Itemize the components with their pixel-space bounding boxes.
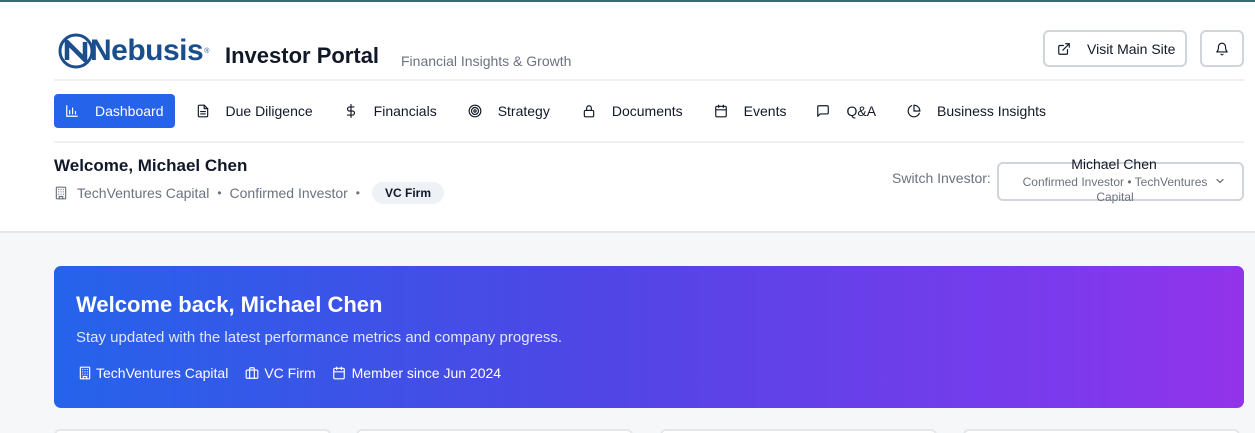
logo-text: Nebusis: [90, 34, 204, 67]
banner-meta: TechVentures Capital VC Firm Member sinc…: [78, 365, 517, 381]
investor-company: TechVentures Capital: [77, 185, 210, 201]
switch-investor-select[interactable]: Michael Chen Confirmed Investor • TechVe…: [997, 156, 1244, 204]
banner-type-label: VC Firm: [264, 365, 316, 381]
dollar-icon: [346, 104, 355, 118]
meta-separator: •: [355, 186, 360, 200]
tab-strategy-label: Strategy: [497, 103, 550, 119]
logo-mark-icon: [58, 33, 94, 69]
welcome-heading: Welcome, Michael Chen: [54, 156, 248, 175]
nav-divider: [54, 141, 1244, 143]
site-header: Nebusis ® Investor Portal Financial Insi…: [0, 2, 1255, 233]
tab-events-label: Events: [743, 103, 787, 119]
metric-card: [54, 429, 331, 433]
metric-card: [356, 429, 633, 433]
bar-chart-icon: [66, 105, 78, 117]
banner-member-since: Member since Jun 2024: [332, 365, 501, 381]
main-nav: Dashboard Due Diligence Financials Strat…: [54, 94, 1046, 128]
building-icon: [79, 366, 91, 380]
tab-documents[interactable]: Documents: [582, 94, 683, 128]
nebusis-logo[interactable]: Nebusis ®: [58, 29, 209, 73]
investor-type-badge: VC Firm: [372, 182, 445, 204]
tab-business-insights[interactable]: Business Insights: [907, 94, 1046, 128]
selected-investor-name: Michael Chen: [1071, 156, 1157, 172]
lock-icon: [583, 105, 595, 118]
external-link-icon: [1058, 42, 1070, 55]
banner-title: Welcome back, Michael Chen: [76, 292, 383, 317]
building-icon: [55, 186, 67, 200]
tab-dashboard-label: Dashboard: [95, 103, 164, 119]
briefcase-icon: [245, 367, 259, 379]
visit-main-site-label: Visit Main Site: [1087, 40, 1176, 57]
investor-status: Confirmed Investor: [229, 185, 348, 201]
tab-due-diligence-label: Due Diligence: [225, 103, 313, 119]
selected-investor-detail: Confirmed Investor • TechVentures Capita…: [1022, 175, 1208, 204]
page-subtitle: Financial Insights & Growth: [401, 53, 572, 69]
message-square-icon: [817, 105, 830, 117]
tab-due-diligence[interactable]: Due Diligence: [196, 94, 313, 128]
target-icon: [468, 104, 482, 118]
pie-chart-icon: [907, 104, 921, 118]
welcome-banner: Welcome back, Michael Chen Stay updated …: [54, 266, 1244, 408]
metric-card: [660, 429, 937, 433]
metric-card: [963, 429, 1240, 433]
banner-member-since-label: Member since Jun 2024: [351, 365, 502, 381]
tab-dashboard[interactable]: Dashboard: [54, 94, 175, 128]
tab-qa[interactable]: Q&A: [816, 94, 876, 128]
banner-company-label: TechVentures Capital: [96, 365, 229, 381]
chevron-down-icon: [1216, 178, 1224, 184]
banner-type: VC Firm: [244, 365, 316, 381]
switch-investor-label: Switch Investor:: [892, 170, 991, 186]
calendar-icon: [714, 104, 727, 118]
notifications-button[interactable]: [1200, 30, 1244, 67]
calendar-icon: [332, 366, 345, 380]
investor-meta: TechVentures Capital • Confirmed Investo…: [54, 181, 445, 205]
logo-registered-mark: ®: [204, 47, 210, 55]
tab-events[interactable]: Events: [714, 94, 787, 128]
tab-business-insights-label: Business Insights: [937, 103, 1046, 119]
tab-financials[interactable]: Financials: [344, 94, 437, 128]
tab-financials-label: Financials: [373, 103, 437, 119]
meta-separator: •: [217, 186, 222, 200]
bell-icon: [1216, 42, 1228, 55]
page-title: Investor Portal: [225, 43, 380, 68]
tab-qa-label: Q&A: [846, 103, 877, 119]
tab-strategy[interactable]: Strategy: [468, 94, 550, 128]
banner-company: TechVentures Capital: [78, 365, 228, 381]
visit-main-site-button[interactable]: Visit Main Site: [1043, 30, 1187, 67]
banner-text: Stay updated with the latest performance…: [76, 329, 563, 346]
header-divider: [54, 79, 1244, 81]
file-text-icon: [197, 104, 208, 118]
tab-documents-label: Documents: [611, 103, 683, 119]
